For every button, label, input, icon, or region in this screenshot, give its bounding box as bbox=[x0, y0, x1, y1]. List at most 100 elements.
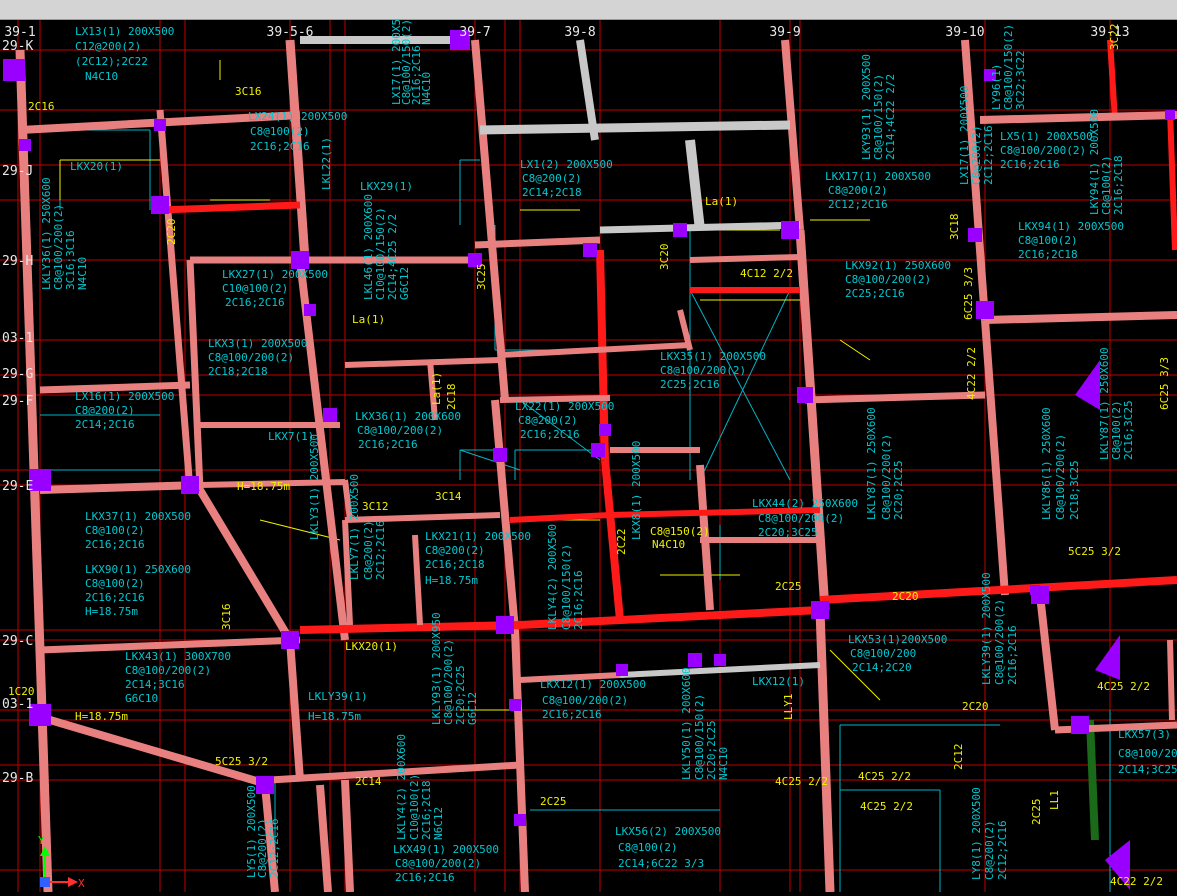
ucs-origin bbox=[40, 877, 50, 887]
beam-annotation: 2C16;2C16 bbox=[1006, 625, 1019, 685]
beam bbox=[286, 639, 304, 781]
grid-label-left: 29-G bbox=[2, 367, 33, 382]
beam-annotation: LKLY86(1) 250X600 bbox=[1040, 407, 1053, 520]
beam-annotation: (2C12);2C22 bbox=[75, 55, 148, 68]
column bbox=[1030, 585, 1040, 595]
beam-annotation: C8@200(2) bbox=[983, 820, 996, 880]
beam-annotation: 2C16;2C16 bbox=[1000, 158, 1060, 171]
beam-annotation-yellow: 2C18 bbox=[445, 384, 458, 411]
beam-annotation-yellow: 2C20 bbox=[962, 700, 989, 713]
beam bbox=[341, 779, 354, 893]
beam-annotation: 2C14;2C16 bbox=[75, 418, 135, 431]
beam bbox=[979, 111, 1177, 124]
beam-annotation: LX5(1) 200X500 bbox=[1000, 130, 1093, 143]
ucs-x-arrow bbox=[68, 877, 78, 887]
column bbox=[781, 221, 799, 239]
beam-annotation: LX13(1) 200X500 bbox=[75, 25, 174, 38]
beam-annotation: 2C12;2C16 bbox=[268, 818, 281, 878]
beam-annotation: LKLY39(1) 200X500 bbox=[980, 572, 993, 685]
drawing-svg[interactable]: 39-1 39-5-6 39-7 39-8 39-9 39-10 39-1329-K29-J… bbox=[0, 6, 1177, 893]
beam-annotation: LX1(2) 200X500 bbox=[520, 158, 613, 171]
beam bbox=[819, 576, 1177, 604]
beam bbox=[689, 254, 801, 263]
beam bbox=[296, 259, 349, 641]
grid-label-left: 29-F bbox=[2, 394, 33, 409]
beam-annotation: N4C10 bbox=[420, 72, 433, 105]
beam-annotation: C8@100/200(2) bbox=[1054, 434, 1067, 520]
beam-annotation: H=18.75m bbox=[425, 574, 478, 587]
beam-annotation: LKLY39(1) bbox=[308, 690, 368, 703]
beam-annotation: LKX35(1) 200X500 bbox=[660, 350, 766, 363]
beam-annotation: LKX90(1) 250X600 bbox=[85, 563, 191, 576]
grid-label-top: 39-1 bbox=[4, 25, 35, 40]
beam-annotation: LKX12(1) 200X500 bbox=[540, 678, 646, 691]
beam bbox=[344, 357, 501, 368]
beam-annotation: 2C16;2C16 bbox=[395, 871, 455, 884]
beam-annotation-yellow: 4C25 2/2 bbox=[775, 775, 828, 788]
beam-annotation-yellow: 1C20 bbox=[8, 685, 35, 698]
beam-annotation-yellow: 3C20 bbox=[658, 244, 671, 271]
beam-annotation-yellow: H=18.75m bbox=[237, 480, 290, 493]
beam-annotation-yellow: La(1) bbox=[430, 372, 443, 405]
beam bbox=[479, 120, 791, 135]
column bbox=[509, 699, 521, 711]
column bbox=[811, 601, 829, 619]
beam bbox=[815, 609, 835, 893]
beam bbox=[1167, 639, 1175, 721]
column bbox=[616, 664, 628, 676]
beam-annotation: 2C16;2C18 bbox=[1018, 248, 1078, 261]
grid-label-left: 29-B bbox=[2, 771, 33, 786]
beam-annotation: LKX57(3) bbox=[1118, 728, 1171, 741]
column bbox=[493, 448, 507, 462]
beam bbox=[781, 39, 804, 231]
beam-annotation: LKX37(1) 200X500 bbox=[85, 510, 191, 523]
beam-annotation: LKX44(2) 250X600 bbox=[752, 497, 858, 510]
column bbox=[976, 301, 994, 319]
beam-annotation-yellow: 4C25 2/2 bbox=[860, 800, 913, 813]
beam-annotation-yellow: 2C16 bbox=[28, 100, 55, 113]
beam-annotation-yellow: 3C22 bbox=[1108, 24, 1121, 51]
beam-annotation-yellow: 4C22 2/2 bbox=[1110, 875, 1163, 888]
beam-annotation: 2C25;2C16 bbox=[660, 378, 720, 391]
column bbox=[323, 408, 337, 422]
column bbox=[154, 119, 166, 131]
beam bbox=[984, 311, 1177, 324]
grid-label-top: 39-7 bbox=[459, 25, 490, 40]
beam-annotation: LKX27(1) 200X500 bbox=[222, 268, 328, 281]
beam-annotation-yellow: 2C25 bbox=[540, 795, 567, 808]
beam-annotation: LKX92(1) 250X600 bbox=[845, 259, 951, 272]
beam-annotation: C8@100(2) bbox=[85, 577, 145, 590]
beam bbox=[804, 391, 986, 404]
column bbox=[673, 223, 687, 237]
beam-annotation: LY8(1) 200X500 bbox=[970, 787, 983, 880]
beam bbox=[39, 481, 201, 494]
beam-annotation: N6C12 bbox=[432, 807, 445, 840]
beam-annotation-yellow: 2C12 bbox=[952, 744, 965, 771]
column bbox=[1071, 716, 1089, 734]
beam-annotation: C8@100/200 bbox=[1118, 747, 1177, 760]
beam-annotation-yellow: 2C22 bbox=[615, 529, 628, 556]
column bbox=[1165, 110, 1175, 120]
beam-annotation-yellow: 6C25 3/3 bbox=[962, 267, 975, 320]
beam-annotation: C8@200(2) bbox=[828, 184, 888, 197]
beam bbox=[196, 487, 294, 643]
grid-label-left: 29-J bbox=[2, 164, 33, 179]
beam-annotation-yellow: La(1) bbox=[352, 313, 385, 326]
beam-annotation: 2C14;2C18 bbox=[522, 186, 582, 199]
beam-annotation: C8@100/200(2) bbox=[1000, 144, 1086, 157]
beam-annotation: LX16(1) 200X500 bbox=[75, 390, 174, 403]
column bbox=[496, 616, 514, 634]
toolbar-strip bbox=[0, 0, 1177, 20]
beam-annotation: LKX94(1) 200X500 bbox=[1018, 220, 1124, 233]
beam-annotation: LKLY3(1) 200X500 bbox=[308, 434, 321, 540]
cad-drawing-canvas[interactable]: 39-1 39-5-6 39-7 39-8 39-9 39-10 39-13 29-K 29-J… bbox=[0, 6, 1177, 893]
grid-label-top: 39-8 bbox=[564, 25, 595, 40]
beam-annotation: 2C16;2C16 bbox=[358, 438, 418, 451]
beam-annotation: LKX56(2) 200X500 bbox=[615, 825, 721, 838]
column bbox=[304, 304, 316, 316]
beam-annotation: C8@100/200(2) bbox=[357, 424, 443, 437]
beam bbox=[159, 201, 301, 214]
beam-annotation: LKX3(1) 200X500 bbox=[208, 337, 307, 350]
beam-annotation: 2C20;3C25 bbox=[758, 526, 818, 539]
beam-annotation-yellow: La(1) bbox=[705, 195, 738, 208]
